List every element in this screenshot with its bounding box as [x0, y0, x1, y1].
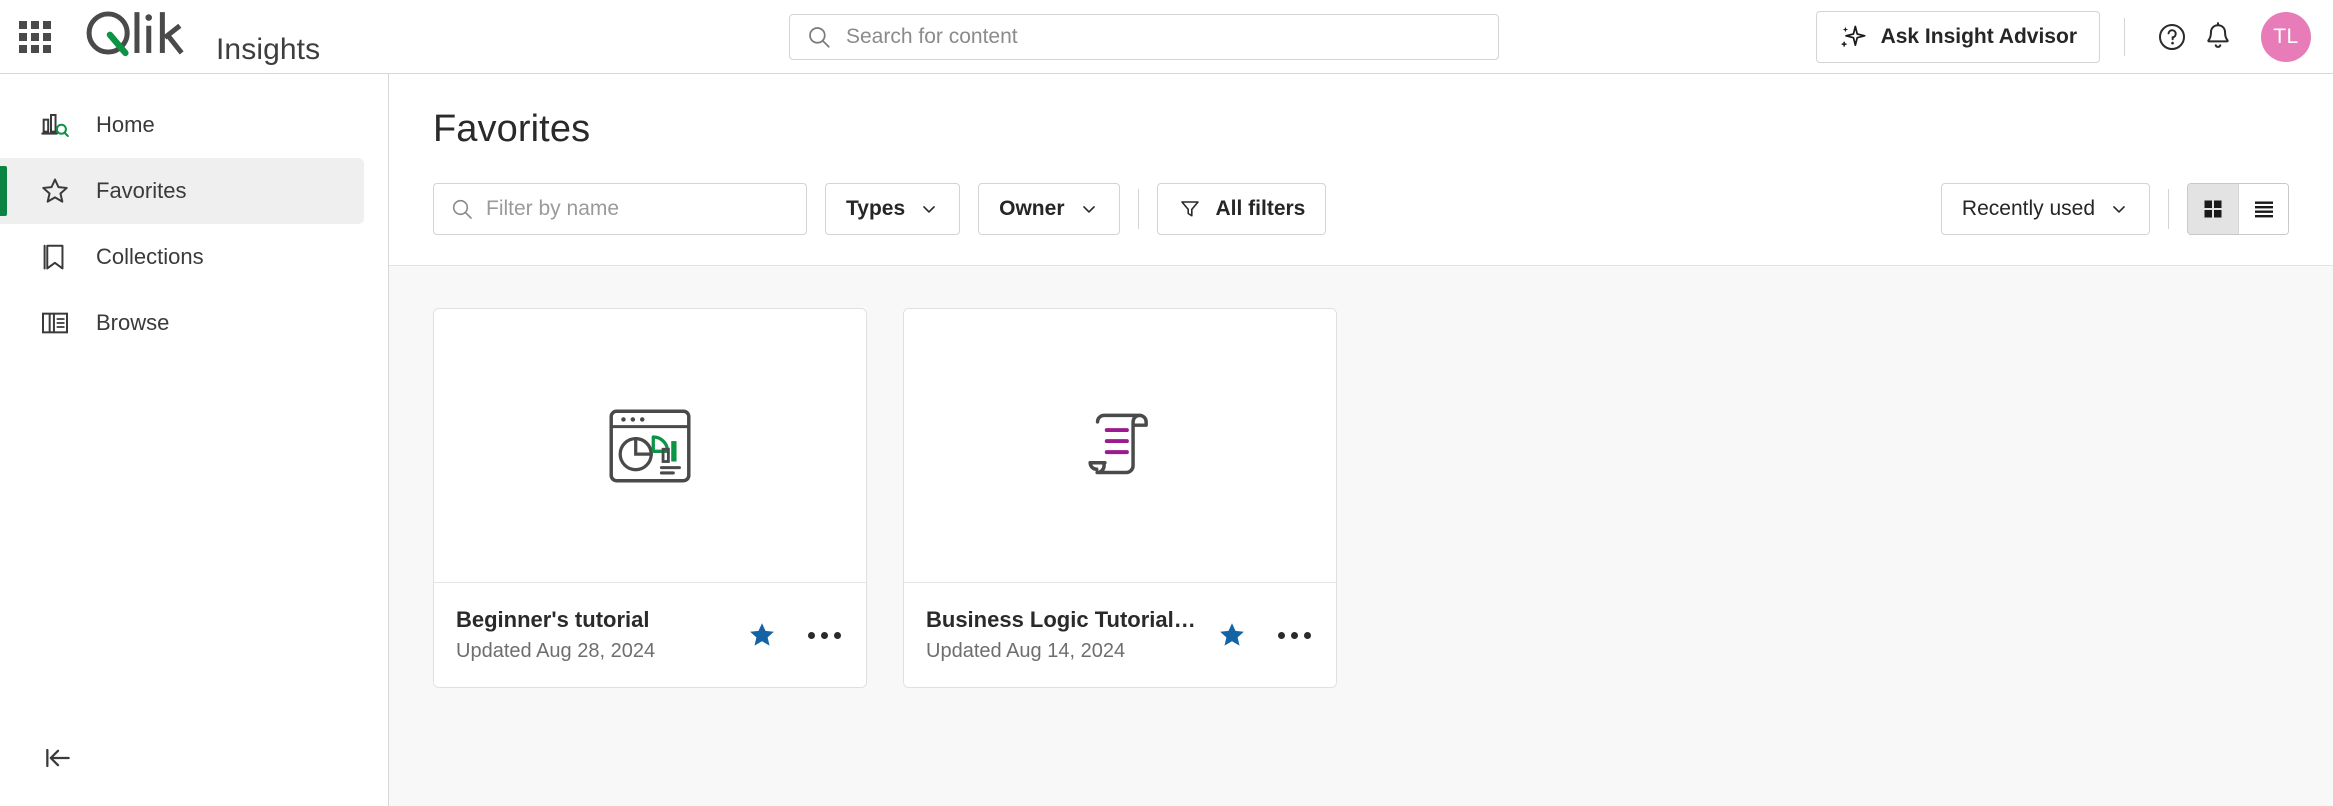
star-filled-icon: [1217, 620, 1247, 650]
brand-logo[interactable]: Insights: [80, 7, 320, 67]
card-title: Beginner's tutorial: [456, 607, 730, 633]
card-updated-date: Updated Aug 28, 2024: [456, 640, 730, 663]
data-script-icon: [1071, 397, 1169, 495]
bell-icon: [2202, 21, 2234, 53]
bookmark-icon: [38, 240, 72, 274]
card-footer: Beginner's tutorial Updated Aug 28, 2024: [434, 583, 866, 687]
qlik-logo-icon: [80, 7, 198, 59]
toolbar-divider: [1138, 189, 1139, 229]
main-header: Favorites: [389, 74, 2333, 151]
grid-view-icon: [2201, 197, 2225, 221]
card-meta: Business Logic Tutorial Data Prep Update…: [926, 607, 1200, 663]
card-more-actions-button[interactable]: [804, 615, 844, 655]
global-search: [789, 14, 1499, 60]
qlik-insights-app: Insights Ask Insight Advisor: [0, 0, 2333, 806]
filter-by-name-field[interactable]: [433, 183, 807, 235]
card-footer: Business Logic Tutorial Data Prep Update…: [904, 583, 1336, 687]
browse-icon: [38, 306, 72, 340]
list-view-button[interactable]: [2238, 184, 2288, 234]
global-search-box[interactable]: [789, 14, 1499, 60]
sort-label: Recently used: [1962, 197, 2095, 221]
sort-dropdown[interactable]: Recently used: [1941, 183, 2150, 235]
avatar-initials: TL: [2273, 25, 2299, 49]
main-content: Favorites Types: [389, 74, 2333, 806]
chevron-down-icon: [1079, 199, 1099, 219]
global-search-input[interactable]: [846, 25, 1482, 49]
page-title: Favorites: [433, 108, 2289, 151]
sidebar-item-home[interactable]: Home: [0, 92, 364, 158]
header-divider: [2124, 18, 2125, 56]
sidebar-item-collections[interactable]: Collections: [0, 224, 364, 290]
sidebar-item-label: Favorites: [96, 178, 186, 204]
content-card[interactable]: Beginner's tutorial Updated Aug 28, 2024: [433, 308, 867, 688]
ask-insight-advisor-button[interactable]: Ask Insight Advisor: [1816, 11, 2100, 63]
search-icon: [806, 24, 832, 50]
card-actions: [1200, 615, 1314, 655]
help-circle-icon: [2156, 21, 2188, 53]
card-updated-date: Updated Aug 14, 2024: [926, 640, 1200, 663]
types-filter-dropdown[interactable]: Types: [825, 183, 960, 235]
sidebar-item-label: Browse: [96, 310, 169, 336]
product-name: Insights: [216, 33, 320, 67]
app-body: Home Favorites Collections: [0, 74, 2333, 806]
filter-funnel-icon: [1178, 197, 1202, 221]
sidebar-item-browse[interactable]: Browse: [0, 290, 364, 356]
favorites-grid: Beginner's tutorial Updated Aug 28, 2024: [389, 265, 2333, 806]
favorite-star-button[interactable]: [742, 615, 782, 655]
collapse-left-icon: [42, 742, 74, 774]
collapse-sidebar-button[interactable]: [38, 738, 78, 778]
view-mode-toggle: [2187, 183, 2289, 235]
sidebar-navigation: Home Favorites Collections: [0, 74, 389, 806]
header-actions: Ask Insight Advisor TL: [1816, 11, 2333, 63]
filter-by-name-input[interactable]: [486, 197, 790, 221]
owner-filter-label: Owner: [999, 197, 1064, 221]
search-icon: [450, 197, 474, 221]
card-more-actions-button[interactable]: [1274, 615, 1314, 655]
sidebar-item-label: Collections: [96, 244, 204, 270]
view-toggle-divider: [2168, 189, 2169, 229]
favorite-star-button[interactable]: [1212, 615, 1252, 655]
ask-insight-advisor-label: Ask Insight Advisor: [1881, 25, 2077, 49]
app-launcher-icon[interactable]: [18, 20, 52, 54]
home-analytics-icon: [38, 108, 72, 142]
notifications-button[interactable]: [2195, 14, 2241, 60]
more-dots-icon: [808, 632, 841, 639]
sparkle-icon: [1839, 23, 1867, 51]
more-dots-icon: [1278, 632, 1311, 639]
card-thumbnail: [434, 309, 866, 583]
owner-filter-dropdown[interactable]: Owner: [978, 183, 1119, 235]
chevron-down-icon: [2109, 199, 2129, 219]
chevron-down-icon: [919, 199, 939, 219]
sidebar-item-label: Home: [96, 112, 155, 138]
user-avatar[interactable]: TL: [2261, 12, 2311, 62]
card-meta: Beginner's tutorial Updated Aug 28, 2024: [456, 607, 730, 663]
all-filters-label: All filters: [1216, 197, 1306, 221]
help-button[interactable]: [2149, 14, 2195, 60]
star-icon: [38, 174, 72, 208]
content-card[interactable]: Business Logic Tutorial Data Prep Update…: [903, 308, 1337, 688]
all-filters-button[interactable]: All filters: [1157, 183, 1327, 235]
list-view-icon: [2252, 197, 2276, 221]
content-toolbar: Types Owner All f: [389, 151, 2333, 265]
sidebar-item-favorites[interactable]: Favorites: [0, 158, 364, 224]
card-title: Business Logic Tutorial Data Prep: [926, 607, 1200, 633]
app-chart-icon: [601, 397, 699, 495]
grid-view-button[interactable]: [2188, 184, 2238, 234]
card-thumbnail: [904, 309, 1336, 583]
types-filter-label: Types: [846, 197, 905, 221]
star-filled-icon: [747, 620, 777, 650]
top-header: Insights Ask Insight Advisor: [0, 0, 2333, 74]
card-actions: [730, 615, 844, 655]
